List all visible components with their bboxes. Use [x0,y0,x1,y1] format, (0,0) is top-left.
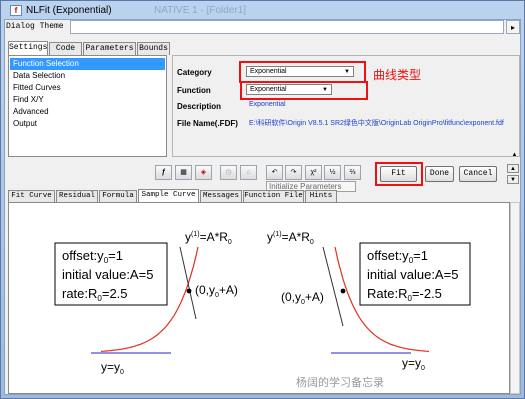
left-tangent-line [179,246,197,320]
settings-tree: Function Selection Data Selection Fitted… [8,55,167,157]
background-window-title: NATIVE 1 - [Folder1] [154,5,247,16]
tab-fit-curve[interactable]: Fit Curve [8,190,55,202]
sample-curve-figure: offset:y0=1 initial value:A=5 rate:R0=2.… [54,230,471,389]
app-icon: f [10,5,22,16]
left-rate-text: rate:R0=2.5 [62,286,128,303]
fit-button[interactable]: Fit [380,166,417,182]
function-value: Exponential [250,86,287,93]
toolbar-chi-square[interactable]: χ² [305,165,322,180]
tab-settings[interactable]: Settings [8,41,48,56]
right-derivative-label: y(1)=A*R0 [267,230,314,246]
tab-function-file[interactable]: Function File [243,190,304,202]
sample-scrollbar[interactable] [510,202,520,394]
sample-curve-panel: offset:y0=1 initial value:A=5 rate:R0=2.… [8,202,510,394]
title-bar[interactable]: f NLFit (Exponential) NATIVE 1 - [Folder… [4,2,521,18]
right-offset-text: offset:y0=1 [367,248,428,265]
category-value: Exponential [250,68,287,75]
expand-up-icon[interactable]: ▲ [507,164,519,173]
curve-type-annotation: 曲线类型 [373,68,422,82]
chevron-down-icon: ▼ [344,69,350,75]
category-select[interactable]: Exponential ▼ [246,66,354,77]
tab-formula[interactable]: Formula [99,190,137,202]
left-derivative-label: y(1)=A*R0 [185,230,232,246]
settings-item-find-xy[interactable]: Find X/Y [10,94,165,106]
left-initial-value-text: initial value:A=5 [62,267,153,282]
right-point-label: (0,y0+A) [281,290,324,306]
bracket-icon: ⌂ [246,169,251,176]
collapse-up-icon[interactable]: ▲ [510,152,519,159]
tab-residual[interactable]: Residual [56,190,98,202]
description-label: Description [177,102,222,111]
toolbar-bracket[interactable]: ⌂ [240,165,257,180]
function-label: Function [177,86,211,95]
right-tangent-line [322,246,344,327]
toolbar-param[interactable]: ◈ [195,165,212,180]
left-point-label: (0,y0+A) [195,283,238,299]
theme-menu-button[interactable]: ▸ [506,20,520,34]
right-baseline-label: y=y0 [402,356,425,372]
done-button[interactable]: Done [425,166,454,182]
iterate-one-icon: ½ [329,169,336,176]
left-baseline-label: y=y0 [101,360,124,376]
undo-icon: ↶ [271,169,278,176]
watermark: 杨阔的学习备忘录 [296,375,384,389]
settings-item-function-selection[interactable]: Function Selection [10,58,165,70]
category-label: Category [177,68,212,77]
toolbar-redo[interactable]: ↷ [285,165,302,180]
filename-value[interactable]: E:\科研软件\Origin V8.5.1 SR2绿色中文版\OriginLab… [249,118,519,128]
window-title: NLFit (Exponential) [26,5,112,16]
chart-icon: ▦ [180,169,187,176]
chevron-down-icon: ▼ [322,87,328,93]
fx-icon: ƒ [161,169,166,176]
description-value: Exponential [249,101,286,108]
tab-messages[interactable]: Messages [200,190,242,202]
filename-label: File Name(.FDF) [177,119,238,128]
toolbar-undo[interactable]: ↶ [266,165,283,180]
settings-item-advanced[interactable]: Advanced [10,106,165,118]
toolbar-chart[interactable]: ▦ [175,165,192,180]
left-start-point [186,288,192,294]
tab-bounds[interactable]: Bounds [137,42,170,55]
toolbar-iterate-one[interactable]: ½ [324,165,341,180]
right-initial-value-text: initial value:A=5 [367,267,458,282]
redo-icon: ↷ [290,169,297,176]
settings-item-data-selection[interactable]: Data Selection [10,70,165,82]
left-offset-text: offset:y0=1 [62,248,123,265]
settings-item-output[interactable]: Output [10,118,165,130]
toolbar-fx[interactable]: ƒ [155,165,172,180]
tab-code[interactable]: Code [49,42,82,55]
iterate-all-icon: ⅔ [349,169,356,176]
function-select[interactable]: Exponential ▼ [246,84,332,95]
cancel-button[interactable]: Cancel [459,166,497,182]
right-rate-text: Rate:R0=-2.5 [367,286,442,303]
dialog-theme-label: Dialog Theme [6,22,64,31]
toolbar-iterate-all[interactable]: ⅔ [344,165,361,180]
tab-parameters[interactable]: Parameters [83,42,136,55]
chi-square-icon: χ² [310,169,317,176]
toolbar-clock[interactable]: ◷ [220,165,237,180]
tab-sample-curve[interactable]: Sample Curve [138,189,199,203]
param-icon: ◈ [200,169,207,176]
clock-icon: ◷ [225,169,232,176]
right-start-point [340,288,346,294]
expand-down-icon[interactable]: ▼ [507,175,519,184]
dialog-theme-box[interactable] [70,20,504,34]
tab-hints[interactable]: Hints [305,190,337,202]
settings-item-fitted-curves[interactable]: Fitted Curves [10,82,165,94]
